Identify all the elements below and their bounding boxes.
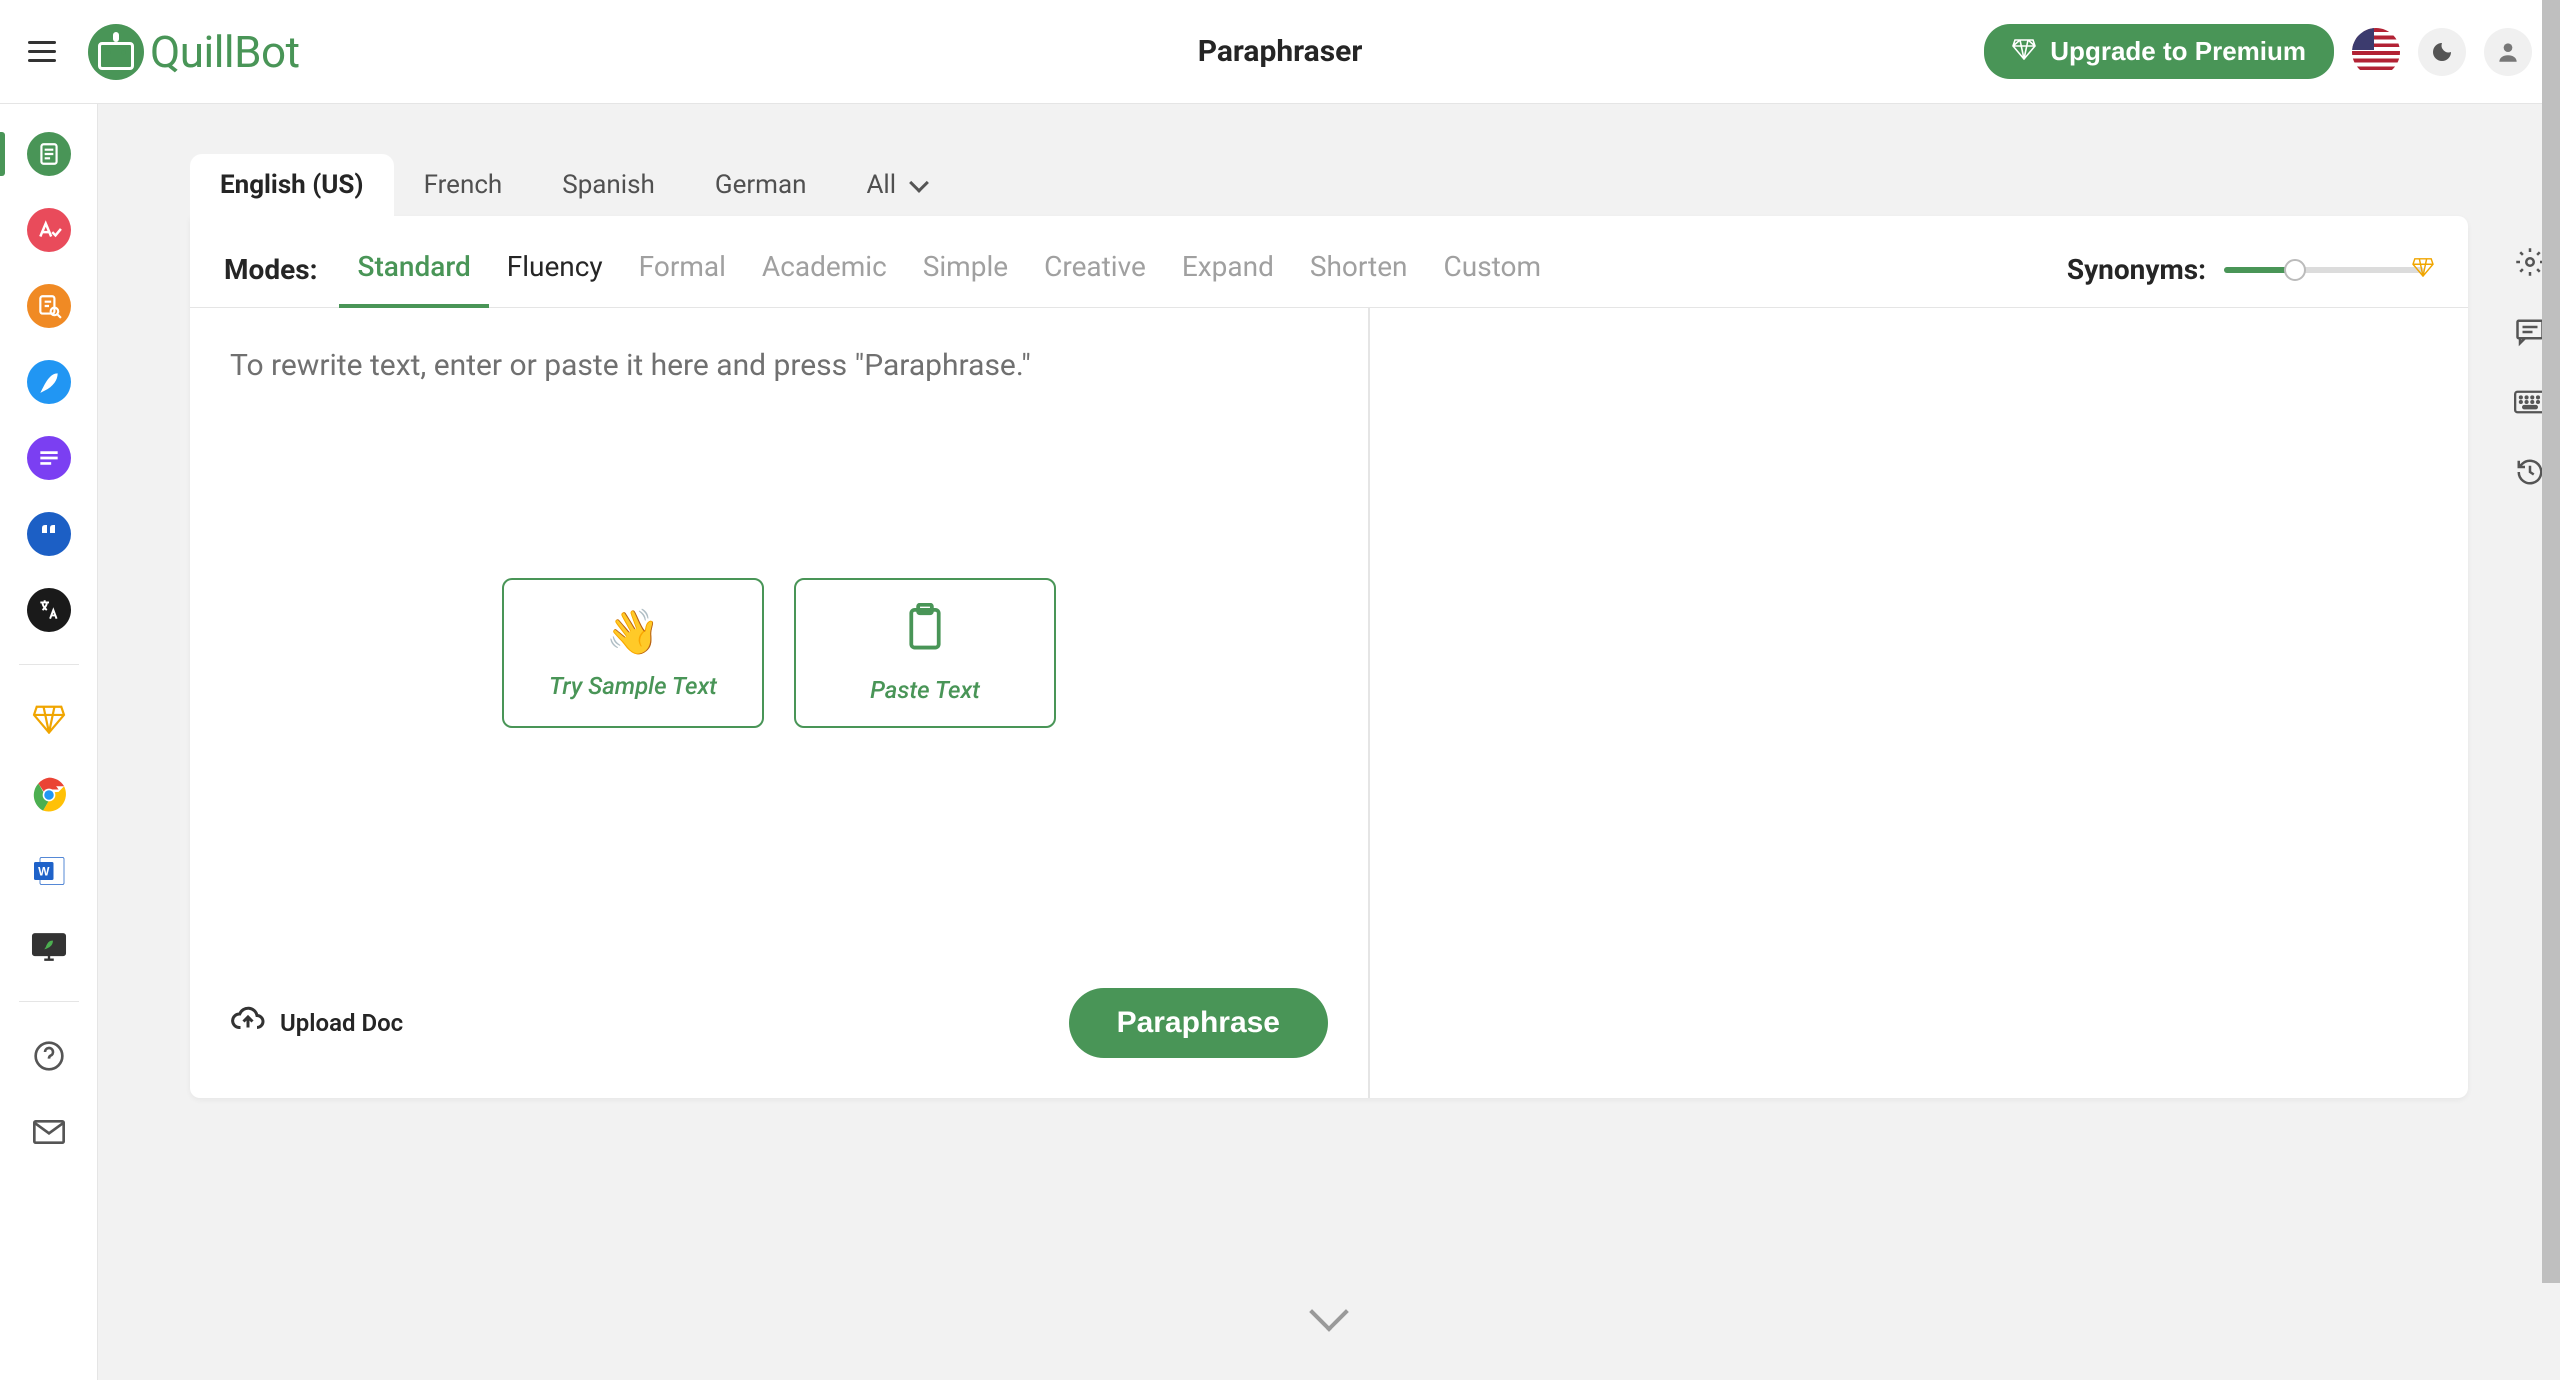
synonyms-label: Synonyms: (2067, 253, 2206, 286)
sidebar-divider (19, 664, 79, 665)
synonyms-slider[interactable] (2224, 267, 2424, 273)
upgrade-button[interactable]: Upgrade to Premium (1984, 24, 2334, 79)
mode-fluency[interactable]: Fluency (489, 232, 621, 307)
diamond-icon (2012, 38, 2036, 66)
sidebar-paraphraser[interactable] (27, 132, 71, 176)
mode-standard[interactable]: Standard (339, 232, 488, 307)
output-panel (1370, 308, 2468, 1098)
lang-tab-spanish[interactable]: Spanish (532, 154, 685, 216)
sidebar-co-writer[interactable] (27, 360, 71, 404)
helper-buttons: 👋 Try Sample Text Paste Text (502, 578, 1056, 728)
paste-text-button[interactable]: Paste Text (794, 578, 1056, 728)
lang-tab-english[interactable]: English (US) (190, 154, 394, 216)
upgrade-label: Upgrade to Premium (2050, 36, 2306, 67)
upload-doc-label: Upload Doc (280, 1009, 403, 1037)
mode-academic[interactable]: Academic (744, 232, 905, 307)
sidebar-citation-generator[interactable] (27, 512, 71, 556)
lang-tab-german[interactable]: German (685, 154, 837, 216)
header-right: Upgrade to Premium (1984, 24, 2532, 79)
chevron-down-icon (909, 173, 929, 193)
editor-card: Modes: Standard Fluency Formal Academic … (190, 216, 2468, 1098)
language-flag-button[interactable] (2352, 28, 2400, 76)
main-content: English (US) French Spanish German All M… (98, 104, 2560, 1380)
page-title: Paraphraser (1198, 34, 1363, 69)
sidebar-word-extension[interactable]: W (27, 849, 71, 893)
header: QuillBot Paraphraser Upgrade to Premium (0, 0, 2560, 104)
left-sidebar: W (0, 104, 98, 1380)
chevron-down-icon (1309, 1292, 1349, 1332)
mode-custom[interactable]: Custom (1426, 232, 1560, 307)
mode-simple[interactable]: Simple (905, 232, 1026, 307)
sidebar-desktop-extension[interactable] (27, 925, 71, 969)
try-sample-label: Try Sample Text (549, 672, 717, 700)
modes-bar: Modes: Standard Fluency Formal Academic … (190, 216, 2468, 308)
sidebar-grammar-checker[interactable] (27, 208, 71, 252)
paste-text-label: Paste Text (870, 676, 980, 704)
sidebar-summarizer[interactable] (27, 436, 71, 480)
modes-label: Modes: (224, 253, 317, 286)
language-tabs: English (US) French Spanish German All (190, 154, 2468, 216)
mode-formal[interactable]: Formal (621, 232, 744, 307)
svg-text:W: W (38, 865, 50, 879)
dark-mode-button[interactable] (2418, 28, 2466, 76)
paraphrase-button[interactable]: Paraphrase (1069, 988, 1328, 1058)
input-placeholder: To rewrite text, enter or paste it here … (230, 348, 1328, 383)
upload-doc-button[interactable]: Upload Doc (230, 1006, 403, 1040)
synonyms-control: Synonyms: (2067, 253, 2434, 286)
sidebar-divider-2 (19, 1001, 79, 1002)
editor-row: To rewrite text, enter or paste it here … (190, 308, 2468, 1098)
logo-text: QuillBot (150, 26, 300, 78)
mode-shorten[interactable]: Shorten (1292, 232, 1426, 307)
sidebar-help[interactable] (27, 1034, 71, 1078)
sidebar-chrome-extension[interactable] (27, 773, 71, 817)
logo[interactable]: QuillBot (88, 24, 300, 80)
menu-button[interactable] (28, 32, 68, 72)
account-button[interactable] (2484, 28, 2532, 76)
try-sample-button[interactable]: 👋 Try Sample Text (502, 578, 764, 728)
sidebar-contact[interactable] (27, 1110, 71, 1154)
clipboard-icon (903, 603, 947, 662)
upload-icon (230, 1006, 266, 1040)
wave-icon: 👋 (606, 606, 661, 658)
slider-thumb[interactable] (2284, 259, 2306, 281)
lang-tab-french[interactable]: French (394, 154, 533, 216)
sidebar-plagiarism-checker[interactable] (27, 284, 71, 328)
scrollbar-thumb[interactable] (2542, 0, 2560, 1283)
scrollbar[interactable] (2542, 0, 2560, 1380)
mode-creative[interactable]: Creative (1026, 232, 1164, 307)
sidebar-translator[interactable] (27, 588, 71, 632)
sidebar-premium[interactable] (27, 697, 71, 741)
lang-tab-all[interactable]: All (836, 154, 956, 216)
mode-expand[interactable]: Expand (1164, 232, 1292, 307)
expand-button[interactable] (1304, 1294, 1354, 1344)
input-panel[interactable]: To rewrite text, enter or paste it here … (190, 308, 1370, 1098)
editor-footer: Upload Doc Paraphrase (230, 968, 1328, 1058)
logo-icon (88, 24, 144, 80)
premium-diamond-icon (2412, 257, 2434, 283)
